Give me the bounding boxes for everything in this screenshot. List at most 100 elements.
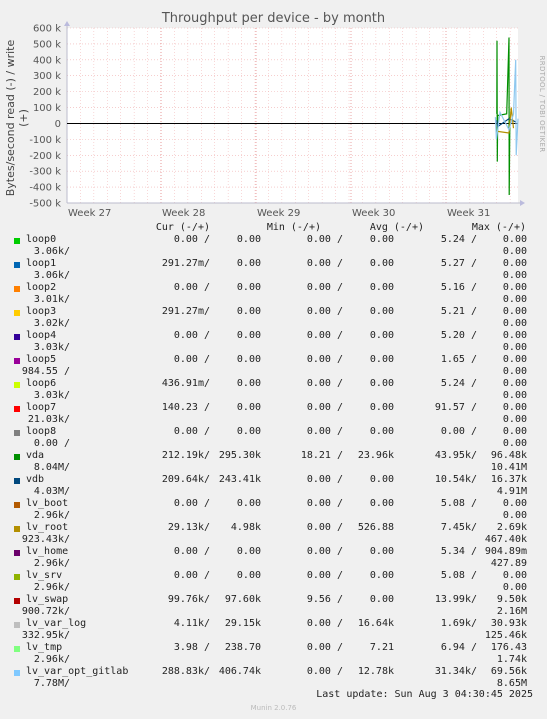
y-tick-label: 600 k [33,24,61,35]
legend-name: loop0 [26,234,57,245]
legend-swatch [14,622,20,628]
legend-min-r: 18.21 / [300,450,343,461]
last-update: Last update: Sun Aug 3 04:30:45 2025 [316,689,533,700]
legend-max-w: 0.00 [502,570,527,581]
legend-cur-r: 0.00 / [173,570,210,581]
legend-cur-w: 4.98k [230,522,261,533]
legend-min-w: 0.00 [369,594,394,605]
legend-avg-r: 5.34 / [440,546,477,557]
legend-total-max: 0.00 [502,246,527,257]
legend-min-r: 0.00 / [306,330,343,341]
legend-min-r: 0.00 / [306,618,343,629]
legend-name: loop4 [26,330,57,341]
legend-cur-w: 0.00 [236,426,261,437]
legend-min-r: 0.00 / [306,378,343,389]
legend-max-w: 0.00 [502,282,527,293]
legend-total-max: 0.00 [502,318,527,329]
legend-row-lv-var-log: lv_var_log 4.11k/29.15k 0.00 / 16.64k 1.69k/… [0,618,547,642]
legend-min-w: 0.00 [369,570,394,581]
y-tick-label: -200 k [29,151,61,162]
x-tick-label: Week 30 [352,208,395,219]
legend-name: loop6 [26,378,57,389]
legend-avg-r: 91.57 / [434,402,477,413]
legend-row-lv-swap: lv_swap 99.76k/97.60k 9.56 / 0.00 13.99k/9.5… [0,594,547,618]
legend-row-loop3: loop3 291.27m/0.00 0.00 / 0.00 5.21 / 0.00 3.0… [0,306,547,330]
legend-avg-r: 7.45k/ [440,522,477,533]
legend-cur-r: 29.13k/ [167,522,210,533]
header-cur: Cur (-/+) [155,222,210,233]
legend-total-max: 0.00 [502,414,527,425]
legend-min-r: 0.00 / [306,354,343,365]
legend-avg-r: 5.24 / [440,378,477,389]
legend-cur-w: 29.15k [224,618,261,629]
legend-total-max: 10.41M [490,462,527,473]
legend-min-w: 23.96k [357,450,394,461]
legend-total: 332.95k/ [21,630,70,641]
legend-max-w: 904.89m [484,546,527,557]
legend-min-w: 0.00 [369,426,394,437]
legend-total: 3.06k/ [33,270,70,281]
legend-total-max: 1.74k [496,654,527,665]
legend-total: 2.96k/ [33,558,70,569]
y-tick-label: 200 k [33,87,61,98]
legend-min-w: 0.00 [369,498,394,509]
legend-total-max: 0.00 [502,510,527,521]
legend-max-w: 9.50k [496,594,527,605]
legend-total: 2.96k/ [33,582,70,593]
legend-swatch [14,310,20,316]
legend-swatch [14,358,20,364]
legend-total: 2.96k/ [33,654,70,665]
header-max: Max (-/+) [471,222,526,233]
legend-name: lv_root [26,522,69,533]
legend-max-w: 176.43 [490,642,527,653]
legend-total: 4.03M/ [33,486,70,497]
legend-row-loop0: loop0 0.00 / 0.00 0.00 / 0.00 5.24 / 0.00 3.06k… [0,234,547,258]
y-tick-label: 400 k [33,55,61,66]
legend-min-r: 0.00 / [306,522,343,533]
legend-row-loop5: loop5 0.00 / 0.00 0.00 / 0.00 1.65 / 0.00 984.5… [0,354,547,378]
legend-total: 900.72k/ [21,606,70,617]
legend-total-max: 4.91M [496,486,527,497]
legend-cur-w: 238.70 [224,642,261,653]
legend-max-w: 96.48k [490,450,527,461]
legend-name: lv_boot [26,498,69,509]
legend-min-w: 0.00 [369,306,394,317]
y-tick-label: -300 k [29,167,61,178]
legend-total: 7.78M/ [33,678,70,689]
legend-min-w: 0.00 [369,402,394,413]
legend-min-w: 526.88 [357,522,394,533]
legend-swatch [14,262,20,268]
legend-total-max: 0.00 [502,582,527,593]
legend-total: 3.06k/ [33,246,70,257]
legend-cur-w: 0.00 [236,330,261,341]
legend-min-w: 0.00 [369,354,394,365]
legend-swatch [14,238,20,244]
legend-avg-r: 5.08 / [440,498,477,509]
legend-cur-r: 0.00 / [173,354,210,365]
legend-total-max: 0.00 [502,366,527,377]
legend-name: lv_srv [26,570,63,581]
legend-name: lv_swap [26,594,69,605]
legend-swatch [14,574,20,580]
legend-total-max: 0.00 [502,342,527,353]
legend-cur-r: 212.19k/ [161,450,210,461]
legend-swatch [14,670,20,676]
legend-swatch [14,334,20,340]
legend-row-lv-tmp: lv_tmp 3.98 / 238.70 0.00 / 7.21 6.94 / 176.43… [0,642,547,666]
legend-cur-r: 140.23 / [161,402,210,413]
legend-min-r: 0.00 / [306,402,343,413]
legend-max-w: 0.00 [502,354,527,365]
y-tick-label: 500 k [33,39,61,50]
legend-swatch [14,286,20,292]
legend-min-r: 0.00 / [306,258,343,269]
legend-swatch [14,406,20,412]
legend-cur-r: 288.83k/ [161,666,210,677]
legend-swatch [14,382,20,388]
legend-max-w: 69.56k [490,666,527,677]
legend-min-r: 0.00 / [306,570,343,581]
legend-row-loop1: loop1 291.27m/0.00 0.00 / 0.00 5.27 / 0.00 3.0… [0,258,547,282]
legend-header: Cur (-/+) Min (-/+) Avg (-/+) Max (-/+) [0,222,547,234]
legend-cur-r: 291.27m/ [161,306,210,317]
legend-cur-w: 0.00 [236,234,261,245]
legend-row-lv-root: lv_root 29.13k/4.98k 0.00 / 526.88 7.45k/2.6… [0,522,547,546]
